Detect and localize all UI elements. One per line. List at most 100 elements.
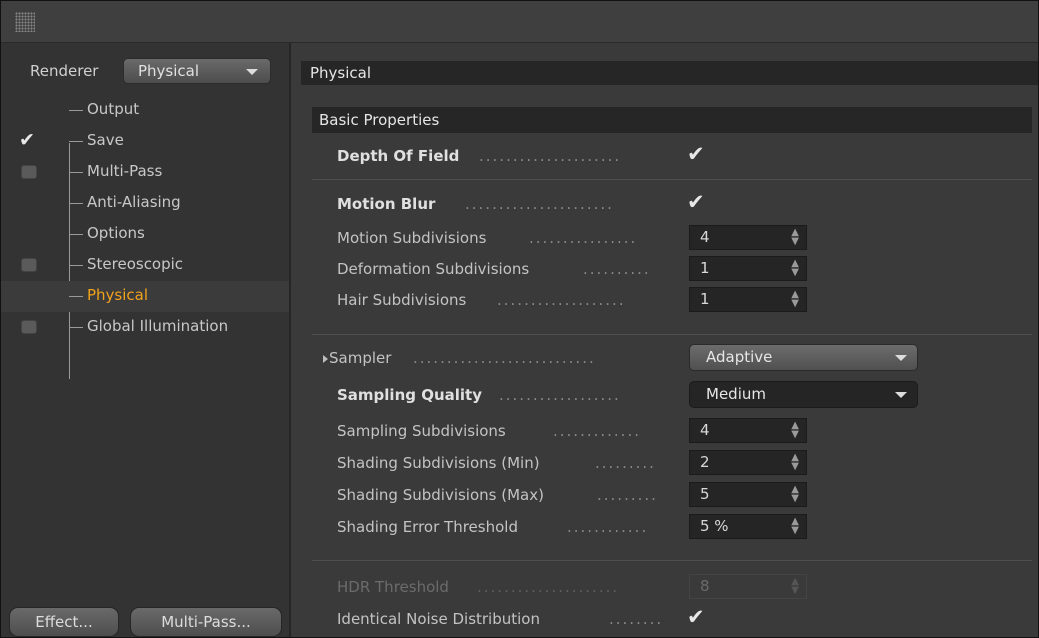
leader-dots: ..................... [477, 578, 620, 596]
check-icon[interactable]: ✔ [19, 129, 35, 151]
sampler-label: Sampler [329, 349, 392, 367]
separator [312, 179, 1032, 180]
motion-subdivisions-field[interactable]: 4 ▲ ▼ [689, 225, 807, 250]
depth-of-field-row: Depth Of Field ..................... ✔ [291, 141, 1039, 171]
identical-noise-distribution-checkbox[interactable]: ✔ [687, 605, 705, 629]
renderer-dropdown[interactable]: Physical [123, 58, 271, 84]
sampling-subdivisions-field[interactable]: 4 ▲ ▼ [689, 418, 807, 443]
tree-branch [69, 296, 83, 297]
shading-error-threshold-label: Shading Error Threshold [337, 518, 518, 536]
settings-sidebar: Renderer Physical Output ✔ Save Multi-Pa… [1, 43, 291, 637]
sampling-subdivisions-row: Sampling Subdivisions ............. 4 ▲ ▼ [291, 416, 1039, 446]
sidebar-item-multi-pass[interactable]: Multi-Pass [1, 157, 289, 188]
deformation-subdivisions-label: Deformation Subdivisions [337, 260, 530, 278]
panel-header: Physical [301, 61, 1038, 85]
grip-icon[interactable] [15, 12, 35, 32]
chevron-down-icon [246, 69, 258, 75]
effect-button[interactable]: Effect... [9, 607, 119, 637]
hair-subdivisions-row: Hair Subdivisions ................... 1 … [291, 285, 1039, 315]
leader-dots: .......... [583, 260, 651, 278]
leader-dots: ..................... [479, 147, 622, 165]
title-bar[interactable] [1, 1, 1038, 43]
leader-dots: ......... [595, 454, 656, 472]
leader-dots: .................. [499, 386, 621, 404]
identical-noise-distribution-row: Identical Noise Distribution ........ ✔ [291, 604, 1039, 634]
shading-subdivisions-min-label: Shading Subdivisions (Min) [337, 454, 540, 472]
sampling-quality-dropdown[interactable]: Medium [689, 381, 918, 408]
sidebar-item-label: Multi-Pass [87, 162, 163, 180]
spinner-arrows-icon[interactable]: ▲ ▼ [791, 228, 799, 247]
leader-dots: ........ [609, 610, 664, 628]
section-header[interactable]: Basic Properties [312, 107, 1032, 133]
section-title: Basic Properties [319, 111, 440, 129]
field-value: 1 [700, 259, 710, 277]
motion-blur-label: Motion Blur [337, 195, 436, 213]
tree-branch [69, 203, 83, 204]
motion-subdivisions-row: Motion Subdivisions ................ 4 ▲… [291, 223, 1039, 253]
field-value: 1 [700, 290, 710, 308]
shading-subdivisions-max-row: Shading Subdivisions (Max) ......... 5 ▲… [291, 480, 1039, 510]
sidebar-item-stereoscopic[interactable]: Stereoscopic [1, 250, 289, 281]
sampler-row: Sampler ........................... Adap… [291, 343, 1039, 373]
sampling-quality-row: Sampling Quality .................. Medi… [291, 380, 1039, 410]
leader-dots: ......... [597, 486, 658, 504]
motion-blur-checkbox[interactable]: ✔ [687, 190, 705, 214]
multi-pass-button[interactable]: Multi-Pass... [130, 607, 282, 637]
hdr-threshold-label: HDR Threshold [337, 578, 449, 596]
sidebar-item-label: Output [87, 100, 140, 118]
leader-dots: ...................... [465, 195, 614, 213]
dropdown-value: Adaptive [706, 348, 773, 366]
sidebar-item-physical[interactable]: Physical [1, 281, 289, 312]
hair-subdivisions-field[interactable]: 1 ▲ ▼ [689, 287, 807, 312]
spinner-arrows-icon[interactable]: ▲ ▼ [791, 290, 799, 309]
field-value: 5 % [700, 517, 729, 535]
spinner-arrows-icon[interactable]: ▲ ▼ [791, 453, 799, 472]
depth-of-field-label: Depth Of Field [337, 147, 460, 165]
shading-subdivisions-max-field[interactable]: 5 ▲ ▼ [689, 482, 807, 507]
hdr-threshold-row: HDR Threshold ..................... 8 ▲ ▼ [291, 572, 1039, 602]
sidebar-item-label: Options [87, 224, 145, 242]
enable-checkbox[interactable] [21, 320, 37, 334]
sidebar-item-output[interactable]: Output [1, 95, 289, 126]
deformation-subdivisions-field[interactable]: 1 ▲ ▼ [689, 256, 807, 281]
shading-subdivisions-max-label: Shading Subdivisions (Max) [337, 486, 544, 504]
sidebar-item-save[interactable]: ✔ Save [1, 126, 289, 157]
leader-dots: ................ [529, 229, 638, 247]
shading-error-threshold-field[interactable]: 5 % ▲ ▼ [689, 514, 807, 539]
sidebar-item-options[interactable]: Options [1, 219, 289, 250]
shading-subdivisions-min-field[interactable]: 2 ▲ ▼ [689, 450, 807, 475]
separator [312, 334, 1032, 335]
renderer-label: Renderer [30, 62, 99, 80]
hdr-threshold-field: 8 ▲ ▼ [689, 574, 807, 599]
sampling-quality-label: Sampling Quality [337, 386, 482, 404]
renderer-value: Physical [138, 62, 200, 80]
field-value: 2 [700, 453, 710, 471]
tree-branch [69, 327, 83, 328]
field-value: 8 [700, 577, 710, 595]
sampling-subdivisions-label: Sampling Subdivisions [337, 422, 506, 440]
sidebar-item-anti-aliasing[interactable]: Anti-Aliasing [1, 188, 289, 219]
sidebar-item-label: Stereoscopic [87, 255, 184, 273]
sampler-dropdown[interactable]: Adaptive [689, 344, 918, 371]
render-settings-window: Renderer Physical Output ✔ Save Multi-Pa… [0, 0, 1039, 638]
motion-blur-row: Motion Blur ...................... ✔ [291, 189, 1039, 219]
spinner-arrows-icon[interactable]: ▲ ▼ [791, 259, 799, 278]
tree-branch [69, 172, 83, 173]
enable-checkbox[interactable] [21, 165, 37, 179]
shading-error-threshold-row: Shading Error Threshold ............ 5 %… [291, 512, 1039, 542]
tree-branch [69, 141, 83, 142]
enable-checkbox[interactable] [21, 258, 37, 272]
sidebar-item-label: Global Illumination [87, 317, 229, 335]
sidebar-item-global-illumination[interactable]: Global Illumination [1, 312, 289, 343]
identical-noise-distribution-label: Identical Noise Distribution [337, 610, 540, 628]
spinner-arrows-icon[interactable]: ▲ ▼ [791, 421, 799, 440]
depth-of-field-checkbox[interactable]: ✔ [687, 142, 705, 166]
settings-panel: Physical Basic Properties Depth Of Field… [291, 43, 1038, 637]
chevron-down-icon [895, 355, 907, 361]
spinner-arrows-icon[interactable]: ▲ ▼ [791, 485, 799, 504]
motion-subdivisions-label: Motion Subdivisions [337, 229, 487, 247]
spinner-arrows-icon[interactable]: ▲ ▼ [791, 517, 799, 536]
shading-subdivisions-min-row: Shading Subdivisions (Min) ......... 2 ▲… [291, 448, 1039, 478]
expand-triangle-icon[interactable] [323, 355, 328, 363]
sidebar-item-label: Physical [87, 286, 149, 304]
